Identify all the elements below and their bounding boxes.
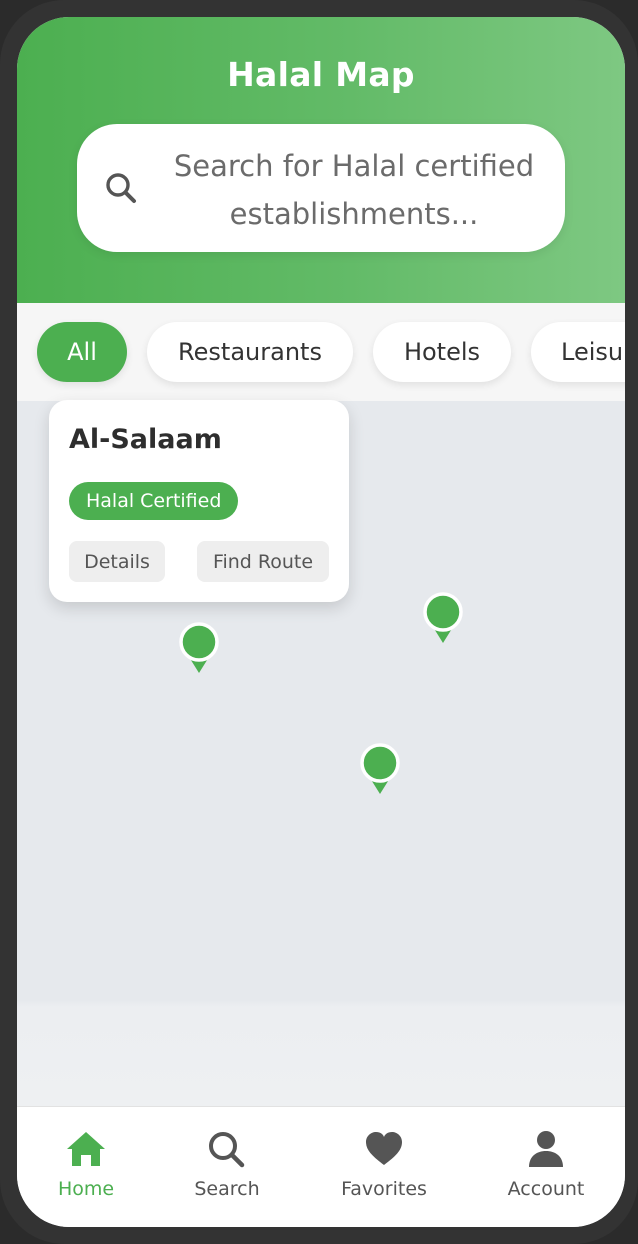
- heart-icon: [362, 1129, 406, 1169]
- app-header: Halal Map Search for Halal certified est…: [17, 17, 625, 303]
- home-icon: [64, 1129, 108, 1169]
- search-input[interactable]: Search for Halal certified establishment…: [155, 142, 553, 238]
- map-pin-icon[interactable]: [359, 742, 401, 800]
- bottom-navigation: Home Search Favorites Account: [17, 1106, 625, 1227]
- category-filter-bar: All Restaurants Hotels Leisure: [17, 303, 625, 401]
- search-icon: [103, 170, 141, 208]
- app-screen: Halal Map Search for Halal certified est…: [17, 17, 625, 1227]
- nav-favorites[interactable]: Favorites: [324, 1107, 444, 1227]
- details-button[interactable]: Details: [69, 541, 165, 582]
- nav-search-label: Search: [194, 1178, 260, 1200]
- nav-favorites-label: Favorites: [341, 1178, 427, 1200]
- map-pin-icon[interactable]: [178, 621, 220, 679]
- search-icon: [205, 1129, 249, 1169]
- nav-search[interactable]: Search: [167, 1107, 287, 1227]
- phone-frame: Halal Map Search for Halal certified est…: [0, 0, 638, 1244]
- filter-chip-leisure[interactable]: Leisure: [531, 322, 625, 382]
- place-info-card[interactable]: Al-Salaam Halal Certified Details Find R…: [49, 400, 349, 602]
- nav-home[interactable]: Home: [26, 1107, 146, 1227]
- filter-chip-hotels[interactable]: Hotels: [373, 322, 511, 382]
- filter-chip-restaurants[interactable]: Restaurants: [147, 322, 353, 382]
- find-route-button[interactable]: Find Route: [197, 541, 329, 582]
- filter-chip-all[interactable]: All: [37, 322, 127, 382]
- app-title: Halal Map: [227, 55, 415, 94]
- nav-account[interactable]: Account: [486, 1107, 606, 1227]
- search-bar[interactable]: Search for Halal certified establishment…: [77, 124, 565, 252]
- nav-home-label: Home: [57, 1178, 115, 1200]
- map-pin-icon[interactable]: [422, 591, 464, 649]
- nav-account-label: Account: [507, 1178, 585, 1200]
- halal-certified-badge: Halal Certified: [69, 482, 239, 520]
- place-name: Al-Salaam: [69, 424, 222, 455]
- user-icon: [524, 1129, 568, 1169]
